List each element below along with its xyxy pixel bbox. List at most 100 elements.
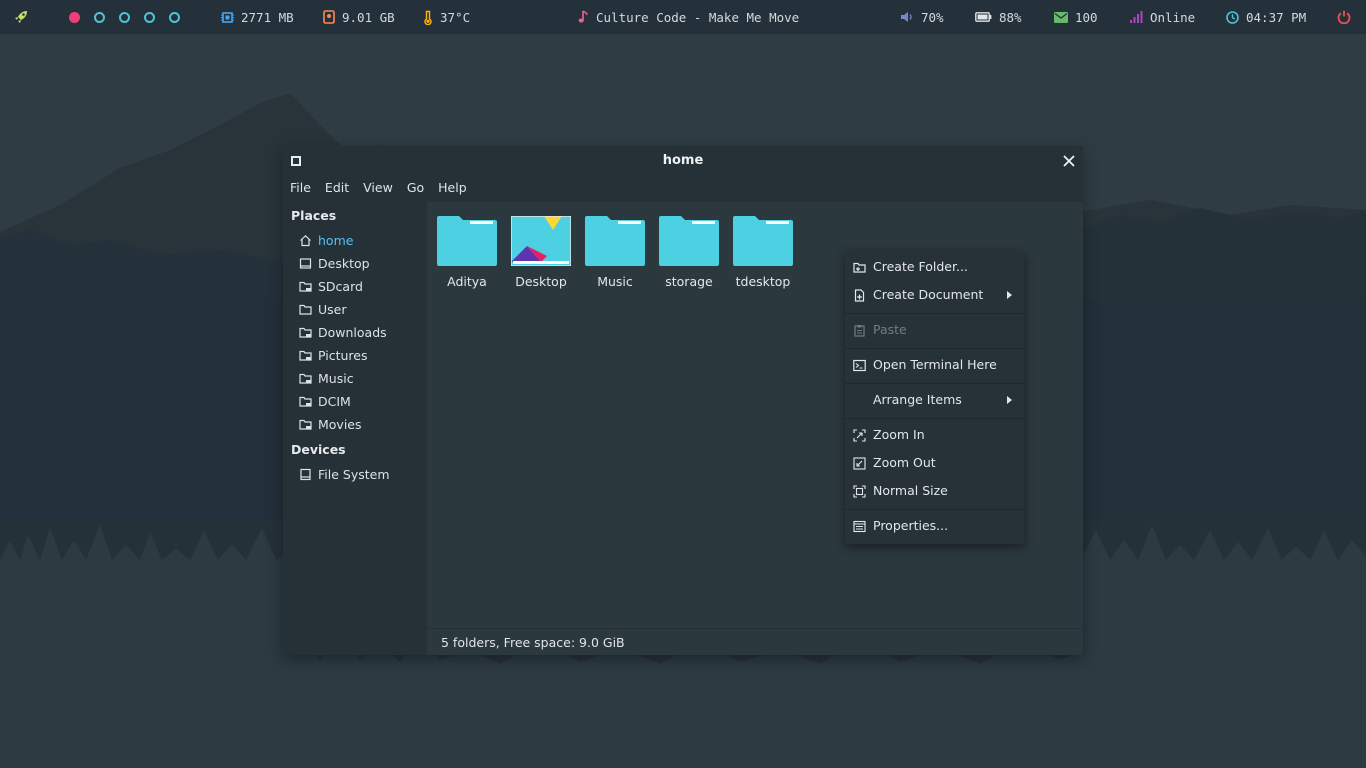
- sidebar-item-file-system[interactable]: File System: [299, 464, 390, 484]
- sidebar-item-user[interactable]: User: [299, 299, 347, 319]
- disk-value: 9.01 GB: [342, 9, 395, 25]
- downloads-folder-icon: [299, 327, 312, 338]
- battery-value: 88%: [999, 9, 1022, 25]
- file-item[interactable]: storage: [654, 216, 724, 289]
- sidebar-item-label: Movies: [318, 416, 362, 432]
- file-name: tdesktop: [735, 274, 791, 289]
- close-button[interactable]: [1060, 152, 1078, 170]
- desktop-folder-icon: [511, 216, 571, 266]
- rocket-icon: [15, 11, 27, 23]
- file-item[interactable]: Aditya: [432, 216, 502, 289]
- hdd-icon: [323, 10, 335, 24]
- desktop-icon: [299, 257, 312, 269]
- file-item[interactable]: Music: [580, 216, 650, 289]
- menu-item-label: Properties...: [873, 518, 949, 533]
- menu-item-label: Normal Size: [873, 483, 948, 498]
- workspace-2[interactable]: [94, 11, 105, 23]
- now-playing-title: Culture Code - Make Me Move: [596, 9, 800, 25]
- menu-item-label: Create Folder...: [873, 259, 968, 274]
- workspace-1[interactable]: [69, 11, 80, 23]
- menu-bar: File Edit View Go Help: [283, 177, 474, 199]
- power-button[interactable]: [1337, 0, 1351, 34]
- file-item[interactable]: tdesktop: [728, 216, 798, 289]
- menu-item-normal-size[interactable]: Normal Size: [845, 479, 1024, 503]
- terminal-icon: [853, 359, 866, 372]
- paste-icon: [854, 325, 865, 337]
- drive-icon: [300, 468, 311, 480]
- file-name: Music: [597, 274, 633, 289]
- status-text: 5 folders, Free space: 9.0 GiB: [441, 635, 625, 650]
- sidebar-item-label: File System: [318, 466, 390, 482]
- menu-item-label: Open Terminal Here: [873, 357, 997, 372]
- network-indicator[interactable]: Online: [1130, 0, 1195, 34]
- menu-go[interactable]: Go: [400, 177, 431, 199]
- file-name: Desktop: [515, 274, 567, 289]
- menu-item-properties[interactable]: Properties...: [845, 514, 1024, 538]
- sidebar-item-movies[interactable]: Movies: [299, 414, 362, 434]
- folder-icon: [585, 216, 645, 266]
- sidebar-item-desktop[interactable]: Desktop: [299, 253, 370, 273]
- sidebar: Places home Desktop SDcard User Download…: [283, 202, 426, 655]
- folder-icon: [437, 216, 497, 266]
- places-heading: Places: [291, 208, 337, 223]
- mail-indicator[interactable]: 100: [1054, 0, 1098, 34]
- sidebar-item-home[interactable]: home: [299, 230, 353, 250]
- menu-item-label: Paste: [873, 322, 907, 337]
- sidebar-item-pictures[interactable]: Pictures: [299, 345, 368, 365]
- power-icon: [1337, 10, 1351, 24]
- launcher-button[interactable]: [13, 0, 29, 34]
- workspace-5[interactable]: [169, 11, 180, 23]
- folder-icon: [659, 216, 719, 266]
- close-icon: [1063, 155, 1075, 167]
- volume-indicator[interactable]: 70%: [900, 0, 944, 34]
- sidebar-item-dcim[interactable]: DCIM: [299, 391, 351, 411]
- sidebar-item-music[interactable]: Music: [299, 368, 354, 388]
- menu-item-paste[interactable]: Paste: [845, 318, 1024, 342]
- menu-help[interactable]: Help: [431, 177, 474, 199]
- sidebar-item-label: home: [318, 232, 354, 248]
- devices-heading: Devices: [291, 442, 346, 457]
- sidebar-item-label: Desktop: [318, 255, 370, 271]
- folder-icon: [733, 216, 793, 266]
- pictures-folder-icon: [299, 350, 312, 361]
- disk-indicator: 9.01 GB: [323, 0, 395, 34]
- menu-item-open-terminal[interactable]: Open Terminal Here: [845, 353, 1024, 377]
- window-title: home: [662, 153, 704, 168]
- properties-icon: [853, 520, 866, 533]
- menu-separator: [845, 418, 1024, 419]
- chip-icon: [221, 11, 234, 23]
- submenu-arrow-icon: [1007, 291, 1012, 299]
- menu-file[interactable]: File: [283, 177, 318, 199]
- sidebar-item-label: Pictures: [318, 347, 368, 363]
- file-item[interactable]: Desktop: [506, 216, 576, 289]
- workspace-4[interactable]: [144, 11, 155, 23]
- menu-edit[interactable]: Edit: [318, 177, 356, 199]
- network-status: Online: [1150, 9, 1196, 25]
- menu-item-arrange-items[interactable]: Arrange Items: [845, 388, 1024, 412]
- menu-item-zoom-in[interactable]: Zoom In: [845, 423, 1024, 447]
- menu-item-zoom-out[interactable]: Zoom Out: [845, 451, 1024, 475]
- title-bar[interactable]: home: [283, 146, 1083, 176]
- top-panel: 2771 MB 9.01 GB 37°C Culture Code - Make…: [0, 0, 1366, 34]
- menu-view[interactable]: View: [356, 177, 400, 199]
- now-playing[interactable]: Culture Code - Make Me Move: [578, 0, 799, 34]
- home-icon: [300, 234, 311, 246]
- temperature-value: 37°C: [440, 9, 471, 25]
- file-name: storage: [665, 274, 713, 289]
- volume-value: 70%: [921, 9, 944, 25]
- workspace-switcher: [69, 0, 180, 34]
- battery-indicator: 88%: [975, 0, 1022, 34]
- sidebar-item-label: Music: [318, 370, 354, 386]
- normal-size-icon: [853, 485, 866, 498]
- memory-value: 2771 MB: [241, 9, 294, 25]
- sidebar-item-downloads[interactable]: Downloads: [299, 322, 387, 342]
- clock[interactable]: 04:37 PM: [1226, 0, 1306, 34]
- workspace-3[interactable]: [119, 11, 130, 23]
- menu-item-create-folder[interactable]: Create Folder...: [845, 255, 1024, 279]
- sidebar-item-sdcard[interactable]: SDcard: [299, 276, 363, 296]
- menu-item-label: Create Document: [873, 287, 984, 302]
- new-folder-icon: [853, 262, 866, 273]
- memory-indicator: 2771 MB: [221, 0, 294, 34]
- menu-item-create-document[interactable]: Create Document: [845, 283, 1024, 307]
- zoom-in-icon: [853, 429, 866, 442]
